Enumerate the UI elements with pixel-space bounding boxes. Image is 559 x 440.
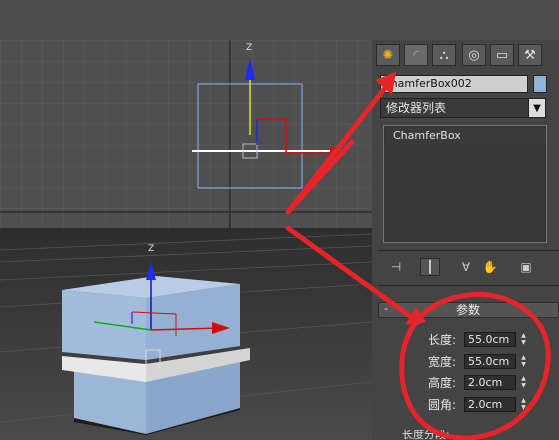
top-viewport-canvas: [0, 40, 372, 228]
hammer-icon: ⚒: [524, 47, 536, 63]
length-segments-label: 长度分段:: [402, 430, 450, 440]
make-unique-icon[interactable]: ∀: [456, 258, 476, 276]
modifier-stack-item[interactable]: ChamferBox: [387, 128, 545, 144]
motion-icon: ◎: [468, 47, 480, 63]
width-label: 宽度:: [427, 355, 456, 369]
perspective-viewport-canvas: [0, 232, 372, 440]
modify-tab[interactable]: ◜: [404, 44, 428, 66]
fillet-label: 圆角:: [427, 398, 456, 412]
pin-stack-icon[interactable]: ⊣: [386, 258, 406, 276]
object-name-field[interactable]: ChamferBox002: [380, 75, 528, 93]
parameters-title: 参数: [455, 303, 480, 317]
object-color-swatch[interactable]: [533, 75, 547, 93]
length-label: 长度:: [427, 333, 456, 347]
modifier-list-dropdown[interactable]: 修改器列表: [380, 98, 540, 118]
perspective-viewport[interactable]: Z: [0, 232, 372, 440]
persp-z-label: Z: [148, 244, 155, 254]
chamfer-box-object: [62, 290, 146, 360]
chevron-down-icon[interactable]: ▼: [528, 98, 546, 118]
display-icon: ▭: [495, 47, 509, 63]
fillet-input[interactable]: 2.0cm: [464, 397, 516, 412]
height-spinner[interactable]: ▲ ▼: [518, 375, 529, 390]
motion-tab[interactable]: ◎: [462, 44, 486, 66]
divider: [378, 285, 559, 286]
top-viewport[interactable]: Z: [0, 40, 372, 228]
height-input[interactable]: 2.0cm: [464, 375, 516, 390]
configure-sets-icon[interactable]: ▣: [516, 258, 536, 276]
display-tab[interactable]: ▭: [490, 44, 514, 66]
width-input[interactable]: 55.0cm: [464, 354, 516, 369]
top-toolbar: [0, 0, 559, 40]
sun-icon: ✺: [382, 47, 394, 63]
show-end-result-icon[interactable]: ┃: [420, 258, 440, 276]
hierarchy-icon: ⛬: [439, 47, 449, 63]
top-z-label: Z: [246, 43, 253, 53]
modify-arc-icon: ◜: [413, 47, 419, 63]
hierarchy-tab[interactable]: ⛬: [432, 44, 456, 66]
length-input[interactable]: 55.0cm: [464, 332, 516, 347]
width-spinner[interactable]: ▲ ▼: [518, 354, 529, 369]
remove-modifier-icon[interactable]: ✋: [480, 258, 500, 276]
length-spinner[interactable]: ▲ ▼: [518, 332, 529, 347]
utilities-tab[interactable]: ⚒: [518, 44, 542, 66]
height-label: 高度:: [427, 376, 456, 390]
create-tab[interactable]: ✺: [376, 44, 400, 66]
collapse-icon[interactable]: -: [384, 302, 394, 316]
fillet-spinner[interactable]: ▲ ▼: [518, 397, 529, 412]
divider: [378, 250, 559, 251]
